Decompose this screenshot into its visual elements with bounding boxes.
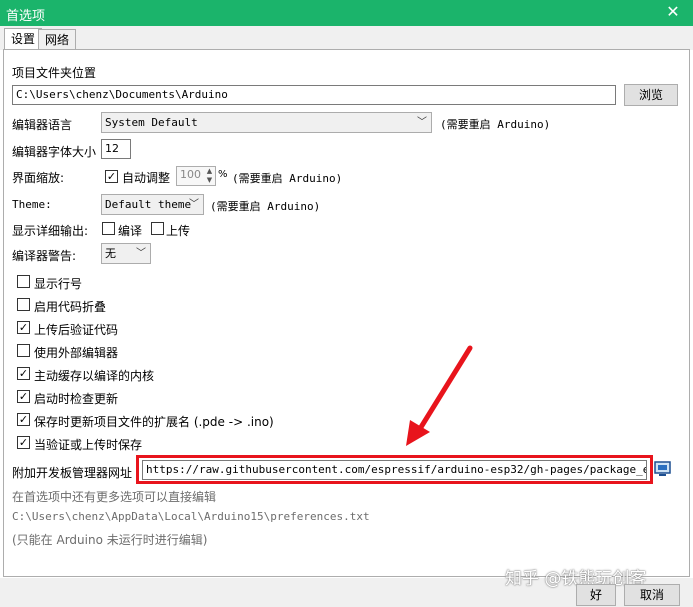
- verbose-upload-checkbox[interactable]: [151, 222, 164, 235]
- verbose-compile-label: 编译: [118, 224, 143, 238]
- ok-button[interactable]: 好: [576, 584, 616, 606]
- scale-stepper[interactable]: 100 ▲ ▼: [176, 166, 216, 186]
- tab-network[interactable]: 网络: [38, 29, 77, 50]
- scale-unit: %: [218, 169, 228, 180]
- option-checkbox[interactable]: [17, 436, 30, 449]
- font-size-input[interactable]: 12: [101, 139, 131, 159]
- auto-scale-checkbox[interactable]: [105, 170, 118, 183]
- option-label: 上传后验证代码: [34, 323, 119, 337]
- option-checkbox[interactable]: [17, 344, 30, 357]
- option-checkbox[interactable]: [17, 367, 30, 380]
- option-checkbox[interactable]: [17, 275, 30, 288]
- edit-note-text: (只能在 Arduino 未运行时进行编辑): [12, 533, 208, 547]
- spin-down-icon[interactable]: ▼: [204, 176, 215, 185]
- window-title: 首选项: [6, 9, 46, 24]
- option-label: 显示行号: [34, 277, 83, 291]
- option-label: 当验证或上传时保存: [34, 438, 143, 452]
- option-label: 启动时检查更新: [34, 392, 119, 406]
- title-bar: 首选项 ✕: [0, 0, 693, 26]
- verbose-compile-checkbox[interactable]: [102, 222, 115, 235]
- verbose-label: 显示详细输出:: [12, 224, 89, 238]
- scale-restart-note: (需要重启 Arduino): [232, 172, 343, 185]
- boards-url-label: 附加开发板管理器网址: [12, 466, 133, 480]
- sketchbook-path-input[interactable]: C:\Users\chenz\Documents\Arduino: [12, 85, 616, 105]
- verbose-upload-label: 上传: [166, 224, 191, 238]
- option-label: 使用外部编辑器: [34, 346, 119, 360]
- scale-value: 100: [180, 168, 201, 181]
- more-prefs-text: 在首选项中还有更多选项可以直接编辑: [12, 490, 217, 504]
- red-arrow-annotation: [406, 345, 473, 446]
- theme-label: Theme:: [12, 198, 52, 211]
- chevron-down-icon: ﹀: [189, 199, 199, 210]
- browse-button[interactable]: 浏览: [624, 84, 678, 106]
- option-checkbox[interactable]: [17, 390, 30, 403]
- option-label: 保存时更新项目文件的扩展名 (.pde -> .ino): [34, 415, 274, 429]
- theme-value: Default theme: [105, 198, 192, 211]
- close-icon[interactable]: ✕: [663, 2, 683, 22]
- language-restart-note: (需要重启 Arduino): [440, 118, 551, 131]
- chevron-down-icon: ﹀: [417, 117, 427, 128]
- option-checkbox[interactable]: [17, 321, 30, 334]
- theme-select[interactable]: Default theme ﹀: [101, 194, 204, 215]
- sketchbook-label: 项目文件夹位置: [12, 66, 97, 80]
- warnings-label: 编译器警告:: [12, 249, 77, 263]
- auto-scale-label: 自动调整: [122, 171, 171, 185]
- language-value: System Default: [105, 116, 198, 129]
- font-size-label: 编辑器字体大小: [12, 145, 97, 159]
- url-highlight-box: [136, 455, 653, 484]
- option-label: 启用代码折叠: [34, 300, 107, 314]
- option-checkbox[interactable]: [17, 298, 30, 311]
- spin-up-icon[interactable]: ▲: [204, 167, 215, 176]
- cancel-button[interactable]: 取消: [624, 584, 680, 606]
- option-checkbox[interactable]: [17, 413, 30, 426]
- language-label: 编辑器语言: [12, 118, 73, 132]
- language-select[interactable]: System Default ﹀: [101, 112, 432, 133]
- tab-settings[interactable]: 设置: [4, 28, 43, 51]
- warnings-select[interactable]: 无 ﹀: [101, 243, 151, 264]
- window-icon[interactable]: [654, 461, 672, 477]
- prefs-path-text: C:\Users\chenz\AppData\Local\Arduino15\p…: [12, 510, 370, 523]
- option-label: 主动缓存以编译的内核: [34, 369, 155, 383]
- theme-restart-note: (需要重启 Arduino): [210, 200, 321, 213]
- scale-label: 界面缩放:: [12, 171, 65, 185]
- tab-bar: 设置 网络: [0, 26, 693, 51]
- warnings-value: 无: [105, 247, 116, 260]
- chevron-down-icon: ﹀: [136, 248, 146, 259]
